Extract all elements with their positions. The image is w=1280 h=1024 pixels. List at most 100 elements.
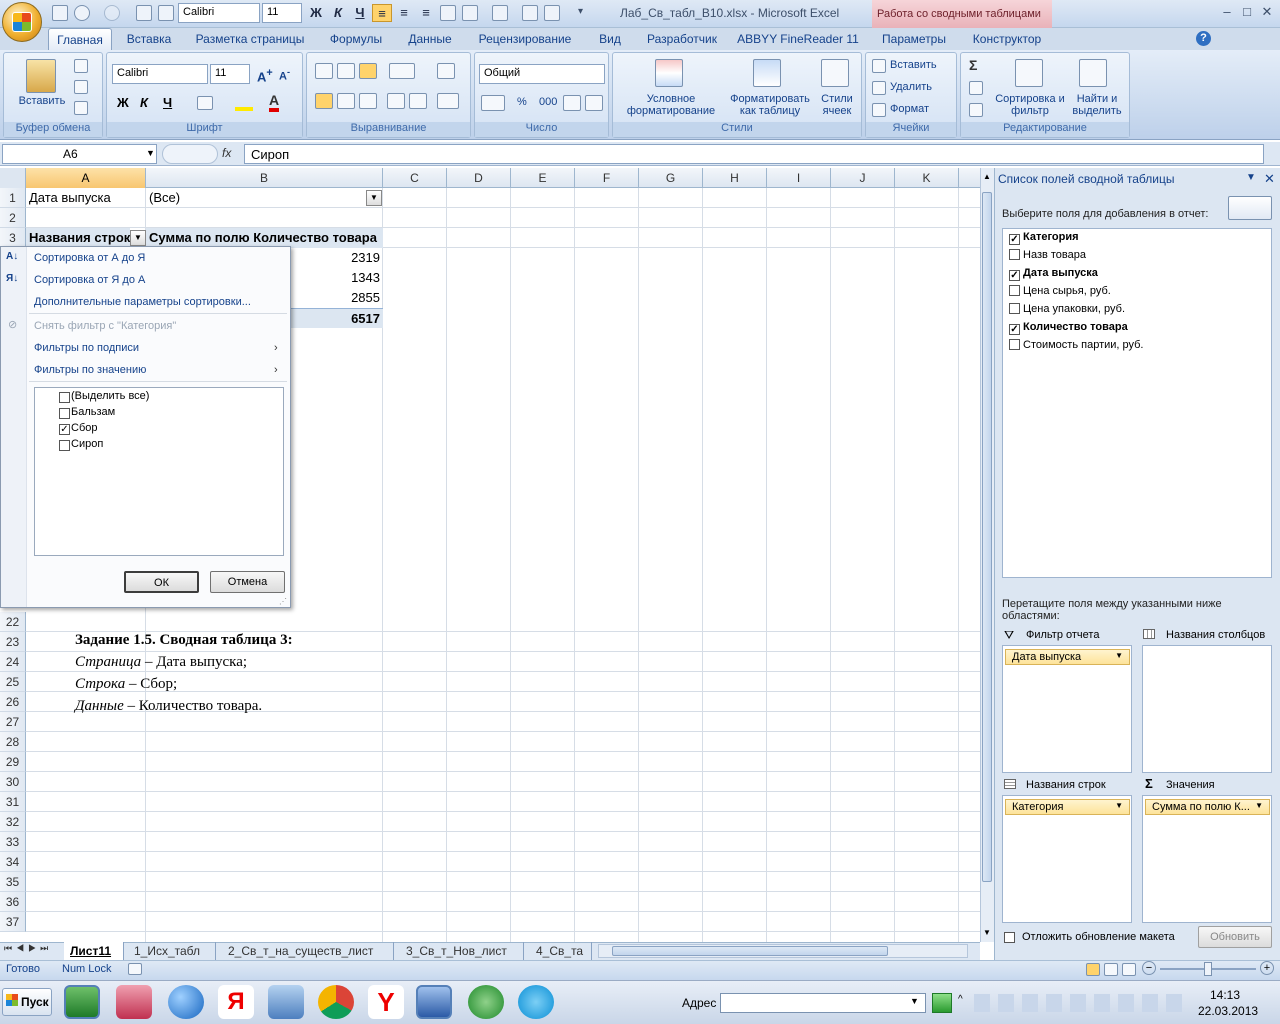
row-header[interactable]: 32: [0, 812, 26, 832]
tab-home[interactable]: Главная: [48, 28, 112, 50]
fill-icon[interactable]: [969, 81, 983, 95]
vertical-scroll-thumb[interactable]: [982, 192, 992, 882]
qat-align-center-button[interactable]: ≡: [394, 4, 414, 22]
field-product-name[interactable]: Назв товара: [1009, 249, 1086, 261]
row-header[interactable]: 27: [0, 712, 26, 732]
cell-a1[interactable]: Дата выпуска: [26, 188, 146, 208]
column-header-h[interactable]: H: [703, 168, 767, 188]
row-header[interactable]: 1: [0, 188, 26, 208]
sheet-tab-2[interactable]: 2_Св_т_на_существ_лист: [222, 942, 394, 960]
column-header-k[interactable]: K: [895, 168, 959, 188]
checkbox-checked[interactable]: ✓: [1009, 234, 1020, 245]
number-format-select[interactable]: Общий: [479, 64, 605, 84]
qat-bold-button[interactable]: Ж: [306, 4, 326, 22]
field-release-date[interactable]: ✓ Дата выпуска: [1009, 267, 1098, 281]
qat-customize-icon[interactable]: ▾: [578, 6, 583, 17]
column-header-g[interactable]: G: [639, 168, 703, 188]
checkbox[interactable]: [1009, 285, 1020, 296]
font-color-icon[interactable]: A: [269, 92, 280, 112]
resize-grip-icon[interactable]: ⋰: [279, 597, 287, 606]
percent-icon[interactable]: %: [517, 96, 527, 108]
row-header[interactable]: 2: [0, 208, 26, 228]
redo-icon[interactable]: [104, 5, 120, 21]
select-all-corner[interactable]: [0, 168, 26, 188]
row-header[interactable]: 37: [0, 912, 26, 932]
system-tray-icons[interactable]: [974, 994, 1184, 1012]
increase-indent-icon[interactable]: [409, 93, 427, 109]
insert-cells-button[interactable]: Вставить: [890, 59, 937, 71]
office-button[interactable]: [2, 2, 42, 42]
format-cells-icon[interactable]: [872, 103, 886, 117]
sheet-tab-list11[interactable]: Лист11: [64, 942, 124, 960]
tab-view[interactable]: Вид: [590, 28, 630, 50]
page-break-view-icon[interactable]: [1122, 963, 1136, 976]
cell-styles-button[interactable]: Стили ячеек: [815, 93, 859, 117]
bold-button[interactable]: Ж: [117, 95, 129, 110]
align-center-icon[interactable]: [337, 93, 355, 109]
qat-spell-icon[interactable]: [522, 5, 538, 21]
qat-research-icon[interactable]: [544, 5, 560, 21]
borders-icon[interactable]: [197, 96, 213, 110]
word-taskbar-icon[interactable]: [416, 985, 452, 1019]
defer-update-checkbox[interactable]: [1004, 932, 1015, 943]
column-header-c[interactable]: C: [383, 168, 447, 188]
pane-close-icon[interactable]: ✕: [1264, 171, 1275, 187]
checkbox[interactable]: [59, 392, 70, 403]
tab-formulas[interactable]: Формулы: [320, 28, 392, 50]
checkbox-checked[interactable]: ✓: [1009, 324, 1020, 335]
qat-underline-button[interactable]: Ч: [350, 4, 370, 22]
paste-button[interactable]: Вставить: [14, 95, 70, 107]
italic-button[interactable]: К: [140, 95, 148, 110]
row-labels-dropdown-icon[interactable]: ▼: [130, 230, 146, 246]
font-size-select[interactable]: 11: [210, 64, 250, 84]
conditional-format-icon[interactable]: [655, 59, 683, 87]
tab-data[interactable]: Данные: [398, 28, 462, 50]
scroll-up-icon[interactable]: ▲: [981, 172, 993, 184]
align-right-icon[interactable]: [359, 93, 377, 109]
row-header[interactable]: 30: [0, 772, 26, 792]
align-left-icon[interactable]: [315, 93, 333, 109]
qat-wrap-icon[interactable]: [440, 5, 456, 21]
field-list-box[interactable]: ✓ Категория Назв товара ✓ Дата выпуска Цен…: [1002, 228, 1272, 578]
filter-item-sbor[interactable]: ✓ Сбор: [59, 422, 97, 435]
chip-dropdown-icon[interactable]: ▼: [1115, 651, 1123, 660]
cell-b5[interactable]: 1343: [291, 268, 383, 288]
cell-b4[interactable]: 2319: [291, 248, 383, 268]
row-header[interactable]: 28: [0, 732, 26, 752]
field-category[interactable]: ✓ Категория: [1009, 231, 1079, 245]
chip-dropdown-icon[interactable]: ▼: [1115, 801, 1123, 810]
filter-item-select-all[interactable]: (Выделить все): [59, 390, 149, 403]
yandex-browser-taskbar-icon[interactable]: Y: [368, 985, 404, 1019]
paste-icon[interactable]: [26, 59, 56, 93]
align-top-icon[interactable]: [315, 63, 333, 79]
qat-merge-icon[interactable]: [462, 5, 478, 21]
tab-developer[interactable]: Разработчик: [640, 28, 724, 50]
row-header[interactable]: 3: [0, 228, 26, 248]
close-icon[interactable]: ✕: [1258, 4, 1276, 20]
save-icon[interactable]: [52, 5, 68, 21]
insert-cells-icon[interactable]: [872, 59, 886, 73]
decrease-indent-icon[interactable]: [387, 93, 405, 109]
sort-az-item[interactable]: Сортировка от А до Я: [34, 252, 145, 264]
copy-icon[interactable]: [74, 80, 88, 94]
checkbox[interactable]: [1009, 339, 1020, 350]
filter-item-balsam[interactable]: Бальзам: [59, 406, 115, 419]
label-filters-item[interactable]: Фильтры по подписи ›: [34, 342, 284, 354]
orientation-icon[interactable]: [389, 63, 415, 79]
insert-function-icon[interactable]: fx: [222, 146, 242, 160]
cancel-button[interactable]: Отмена: [210, 571, 285, 593]
cell-a3[interactable]: Названия строк: [26, 228, 130, 248]
yandex-taskbar-icon[interactable]: Я: [218, 985, 254, 1019]
fill-color-icon[interactable]: [235, 95, 253, 111]
column-header-b[interactable]: B: [146, 168, 383, 188]
row-chip-category[interactable]: Категория ▼: [1005, 799, 1130, 815]
shrink-font-icon[interactable]: A-: [279, 67, 290, 83]
column-header-e[interactable]: E: [511, 168, 575, 188]
address-dropdown-icon[interactable]: ▼: [910, 996, 919, 1006]
format-table-button[interactable]: Форматировать как таблицу: [725, 93, 815, 117]
value-filters-item[interactable]: Фильтры по значению ›: [34, 364, 284, 376]
tab-abbyy[interactable]: ABBYY FineReader 11: [736, 28, 860, 50]
zoom-in-icon[interactable]: +: [1260, 961, 1274, 975]
address-input[interactable]: [720, 993, 926, 1013]
maximize-icon[interactable]: □: [1238, 4, 1256, 20]
